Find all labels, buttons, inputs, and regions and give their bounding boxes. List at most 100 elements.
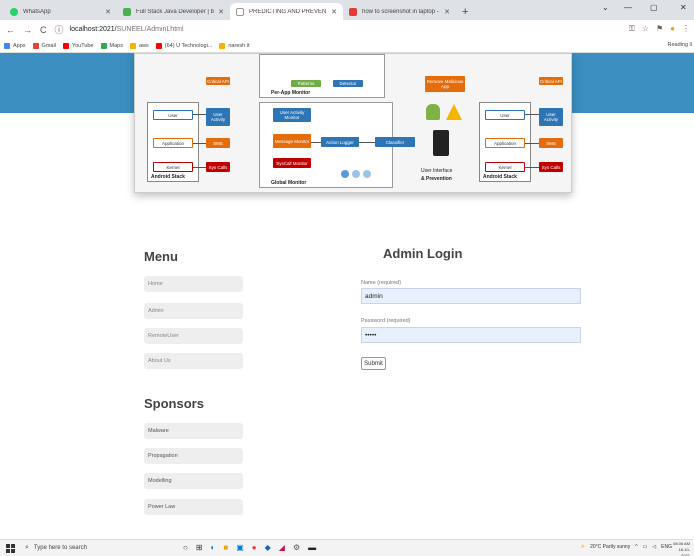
message-monitor-block: Message Monitor: [273, 134, 311, 148]
close-icon[interactable]: ✕: [218, 8, 224, 16]
clock-date: 18-10-2021: [678, 547, 690, 556]
bookmark-label: Apps: [13, 42, 26, 49]
admin-login-title: Admin Login: [383, 246, 463, 261]
architecture-diagram: User Application Kernel Android Stack Cr…: [134, 53, 572, 193]
key-icon[interactable]: ⚿: [629, 24, 635, 34]
stack-user-block: User: [153, 110, 193, 120]
youtube-icon: [349, 7, 357, 16]
chrome-icon[interactable]: ●: [252, 543, 257, 552]
task-view-icon[interactable]: ○: [183, 543, 188, 552]
bookmark-apps[interactable]: Apps: [4, 42, 26, 49]
edge-icon[interactable]: ◐: [211, 543, 216, 552]
bookmark-maps[interactable]: Maps: [100, 42, 123, 49]
sponsor-item-powerlaw[interactable]: Power Law: [144, 499, 243, 515]
tab-title: Full Stack Java Developer | by Mr. Ch...: [136, 8, 214, 15]
toolbar-actions: ⚿ ☆ ⚑ ● ⋮: [629, 24, 690, 34]
password-field[interactable]: [361, 327, 581, 343]
network-icon[interactable]: ▭: [643, 544, 648, 550]
weather-icon: ☀: [580, 544, 586, 550]
phone-icon: [433, 130, 449, 156]
file-explorer-icon[interactable]: ■: [223, 543, 228, 552]
taskbar-search[interactable]: ⌕ Type here to search: [25, 544, 175, 552]
sms-block: SMS: [539, 138, 563, 148]
close-icon[interactable]: ✕: [444, 8, 450, 16]
bookmark-gmail[interactable]: Gmail: [32, 42, 56, 49]
tab-fullstack[interactable]: Full Stack Java Developer | by Mr. Ch...…: [117, 3, 230, 20]
remove-malicious-app-block: Remove Malicious App: [425, 76, 465, 92]
system-tray: ☀ 20°C Partly sunny ^ ▭ ◁ ENG: [581, 544, 672, 550]
android-stack-label: Android Stack: [483, 174, 517, 180]
connector: [525, 114, 539, 115]
profile-icon[interactable]: ●: [670, 24, 675, 34]
youtube-icon: [62, 42, 69, 49]
warning-icon: [446, 104, 462, 120]
bookmark-youtube[interactable]: YouTube: [62, 42, 94, 49]
terminal-icon[interactable]: ▬: [308, 543, 316, 552]
bookmark-label: aws: [139, 42, 149, 49]
bookmark-label: Maps: [109, 42, 123, 49]
android-robot-icon: [426, 104, 440, 120]
name-field[interactable]: [361, 288, 581, 304]
bookmark-label: Gmail: [41, 42, 56, 49]
carousel-dot[interactable]: [363, 170, 371, 178]
minimize-icon[interactable]: —: [624, 3, 632, 12]
menu-item-admin[interactable]: Admin: [144, 303, 243, 319]
submit-button[interactable]: Submit: [361, 357, 386, 370]
user-activity-block: User Activity: [206, 108, 230, 126]
android-stack-label: Android Stack: [151, 174, 185, 180]
user-interface-label: User Interface: [421, 168, 453, 174]
settings-icon[interactable]: ⚙: [293, 543, 300, 552]
bookmark-label: naresh it: [228, 42, 250, 49]
whatsapp-icon: [10, 7, 18, 16]
per-app-monitor-label: Per-App Monitor: [271, 90, 311, 96]
reading-list[interactable]: Reading li: [668, 42, 692, 48]
tab-predicting[interactable]: PREDICTING AND PREVENTION ✕: [230, 3, 343, 20]
bookmark-utechnologies[interactable]: (64) U Technologi...: [155, 42, 213, 49]
tab-youtube[interactable]: how to screenshot in laptop - Yo... ✕: [343, 3, 456, 20]
app-icon[interactable]: ◆: [265, 543, 271, 552]
prevention-label: & Prevention: [421, 176, 452, 182]
tab-whatsapp[interactable]: WhatsApp ✕: [4, 3, 117, 20]
volume-icon[interactable]: ◁: [652, 544, 656, 550]
bookmark-label: (64) U Technologi...: [164, 42, 213, 49]
forward-icon[interactable]: →: [23, 25, 32, 35]
sponsor-item-modelling[interactable]: Modelling: [144, 473, 243, 489]
clock[interactable]: 08:06 AM 18-10-2021: [670, 541, 690, 556]
maximize-icon[interactable]: ▢: [650, 3, 658, 12]
sponsor-item-malware[interactable]: Malware: [144, 423, 243, 439]
syscalls-block: Sys Calls: [539, 162, 563, 172]
carousel-dot[interactable]: [352, 170, 360, 178]
back-icon[interactable]: ←: [6, 25, 15, 35]
extensions-icon[interactable]: ⚑: [656, 24, 663, 34]
sponsor-item-propagation[interactable]: Propagation: [144, 448, 243, 464]
task-switch-icon[interactable]: ⊞: [196, 543, 203, 552]
carousel-dot[interactable]: [341, 170, 349, 178]
taskbar-apps: ○ ⊞ ◐ ■ ▣ ● ◆ ◢ ⚙ ▬: [183, 543, 316, 552]
weather-text[interactable]: 20°C Partly sunny: [590, 544, 630, 550]
reload-icon[interactable]: C: [40, 25, 47, 35]
app-icon[interactable]: ◢: [279, 543, 285, 552]
bookmark-naresh[interactable]: naresh it: [219, 42, 250, 49]
star-icon[interactable]: ☆: [642, 24, 649, 34]
user-activity-block: User Activity: [539, 108, 563, 126]
menu-item-remoteuser[interactable]: RemoteUser: [144, 328, 243, 344]
address-bar[interactable]: localhost:2021/SUNEEL/AdminLhtml: [70, 26, 184, 33]
menu-item-about[interactable]: About Us: [144, 353, 243, 369]
user-activity-monitor-block: User Activity Monitor: [273, 108, 311, 122]
windows-start-icon[interactable]: [6, 543, 15, 553]
connector: [525, 143, 539, 144]
chevron-down-icon[interactable]: ⌄: [602, 3, 609, 12]
chevron-up-icon[interactable]: ^: [635, 544, 637, 550]
menu-item-home[interactable]: Home: [144, 276, 243, 292]
bookmark-aws[interactable]: aws: [130, 42, 149, 49]
new-tab-button[interactable]: +: [462, 6, 468, 18]
store-icon[interactable]: ▣: [236, 543, 244, 552]
close-window-icon[interactable]: ✕: [680, 3, 687, 12]
youtube-icon: [155, 42, 162, 49]
close-icon[interactable]: ✕: [331, 8, 337, 16]
close-icon[interactable]: ✕: [105, 8, 111, 16]
address-host: localhost:2021/: [69, 26, 117, 33]
menu-icon[interactable]: ⋮: [682, 24, 690, 34]
critical-api-left: Critical API: [206, 77, 230, 85]
tab-title: PREDICTING AND PREVENTION: [249, 8, 327, 15]
